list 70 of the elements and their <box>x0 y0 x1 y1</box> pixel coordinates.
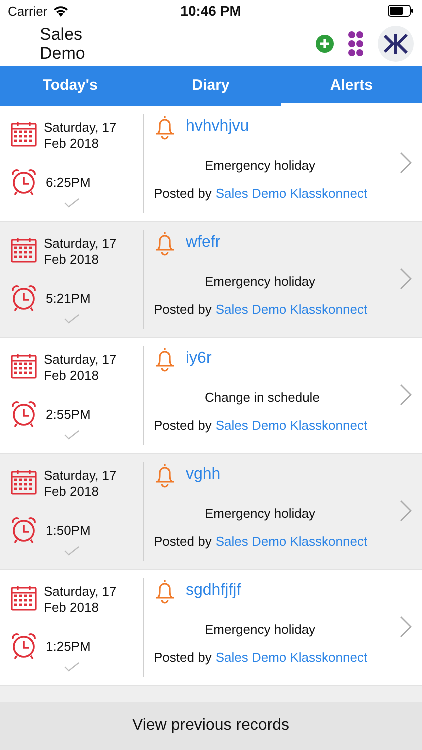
author-link[interactable]: Sales Demo Klasskonnect <box>216 302 368 317</box>
alert-time: 5:21PM <box>46 290 91 306</box>
grid-icon[interactable] <box>348 31 364 57</box>
wifi-icon <box>52 5 69 17</box>
alert-time: 6:25PM <box>46 174 91 190</box>
alarm-clock-icon <box>10 168 38 196</box>
alarm-clock-icon <box>10 516 38 544</box>
alert-date: Saturday, 17 Feb 2018 <box>44 236 118 268</box>
battery-icon <box>388 5 414 17</box>
bell-icon <box>154 346 176 372</box>
bell-icon <box>154 462 176 488</box>
chevron-icon <box>400 384 412 406</box>
add-icon[interactable] <box>316 35 334 53</box>
alert-title: vghh <box>186 466 221 484</box>
logo-avatar[interactable] <box>378 26 414 62</box>
calendar-icon <box>10 352 38 380</box>
alert-subject: Emergency holiday <box>205 274 316 289</box>
alert-subject: Emergency holiday <box>205 506 316 521</box>
posted-by-label: Posted by <box>154 302 212 317</box>
author-link[interactable]: Sales Demo Klasskonnect <box>216 418 368 433</box>
checkmark-icon <box>64 662 80 672</box>
checkmark-icon <box>64 314 80 324</box>
tab[interactable]: Diary <box>140 66 282 106</box>
view-previous-button[interactable]: View previous records <box>0 702 422 750</box>
alert-row[interactable]: Saturday, 17 Feb 2018 1:50PM vghh Emergency holiday Posted by Sales Demo Klasskonnect <box>0 454 422 570</box>
chevron-icon <box>400 616 412 638</box>
calendar-icon <box>10 468 38 496</box>
author-link[interactable]: Sales Demo Klasskonnect <box>216 650 368 665</box>
carrier-label: Carrier <box>8 4 48 18</box>
app-title: Sales Demo <box>40 25 86 63</box>
alert-date: Saturday, 17 Feb 2018 <box>44 120 118 152</box>
posted-by-label: Posted by <box>154 650 212 665</box>
alert-time: 1:25PM <box>46 638 91 654</box>
clock-time: 10:46 PM <box>180 3 242 19</box>
chevron-icon <box>400 268 412 290</box>
alert-date: Saturday, 17 Feb 2018 <box>44 584 118 616</box>
alert-title: iy6r <box>186 350 212 368</box>
alert-title: sgdhfjfjf <box>186 582 242 600</box>
alert-time: 2:55PM <box>46 406 91 422</box>
checkmark-icon <box>64 198 80 208</box>
author-link[interactable]: Sales Demo Klasskonnect <box>216 186 368 201</box>
checkmark-icon <box>64 546 80 556</box>
chevron-icon <box>400 500 412 522</box>
posted-by-label: Posted by <box>154 186 212 201</box>
bell-icon <box>154 114 176 140</box>
alert-time: 1:50PM <box>46 522 91 538</box>
bell-icon <box>154 578 176 604</box>
alert-row[interactable]: Saturday, 17 Feb 2018 5:21PM wfefr Emergency holiday Posted by Sales Demo Klasskonnect <box>0 222 422 338</box>
author-link[interactable]: Sales Demo Klasskonnect <box>216 534 368 549</box>
logo-icon <box>383 33 409 55</box>
calendar-icon <box>10 236 38 264</box>
alert-subject: Change in schedule <box>205 390 320 405</box>
alert-date: Saturday, 17 Feb 2018 <box>44 468 118 500</box>
tab[interactable]: Alerts <box>281 66 422 106</box>
alarm-clock-icon <box>10 632 38 660</box>
alert-subject: Emergency holiday <box>205 622 316 637</box>
alarm-clock-icon <box>10 284 38 312</box>
alert-date: Saturday, 17 Feb 2018 <box>44 352 118 384</box>
calendar-icon <box>10 584 38 612</box>
alert-title: wfefr <box>186 234 221 252</box>
tab[interactable]: Today's <box>0 66 141 106</box>
alert-subject: Emergency holiday <box>205 158 316 173</box>
posted-by-label: Posted by <box>154 534 212 549</box>
bell-icon <box>154 230 176 256</box>
chevron-icon <box>400 152 412 174</box>
alert-title: hvhvhjvu <box>186 118 250 136</box>
calendar-icon <box>10 120 38 148</box>
checkmark-icon <box>64 430 80 440</box>
posted-by-label: Posted by <box>154 418 212 433</box>
alarm-clock-icon <box>10 400 38 428</box>
